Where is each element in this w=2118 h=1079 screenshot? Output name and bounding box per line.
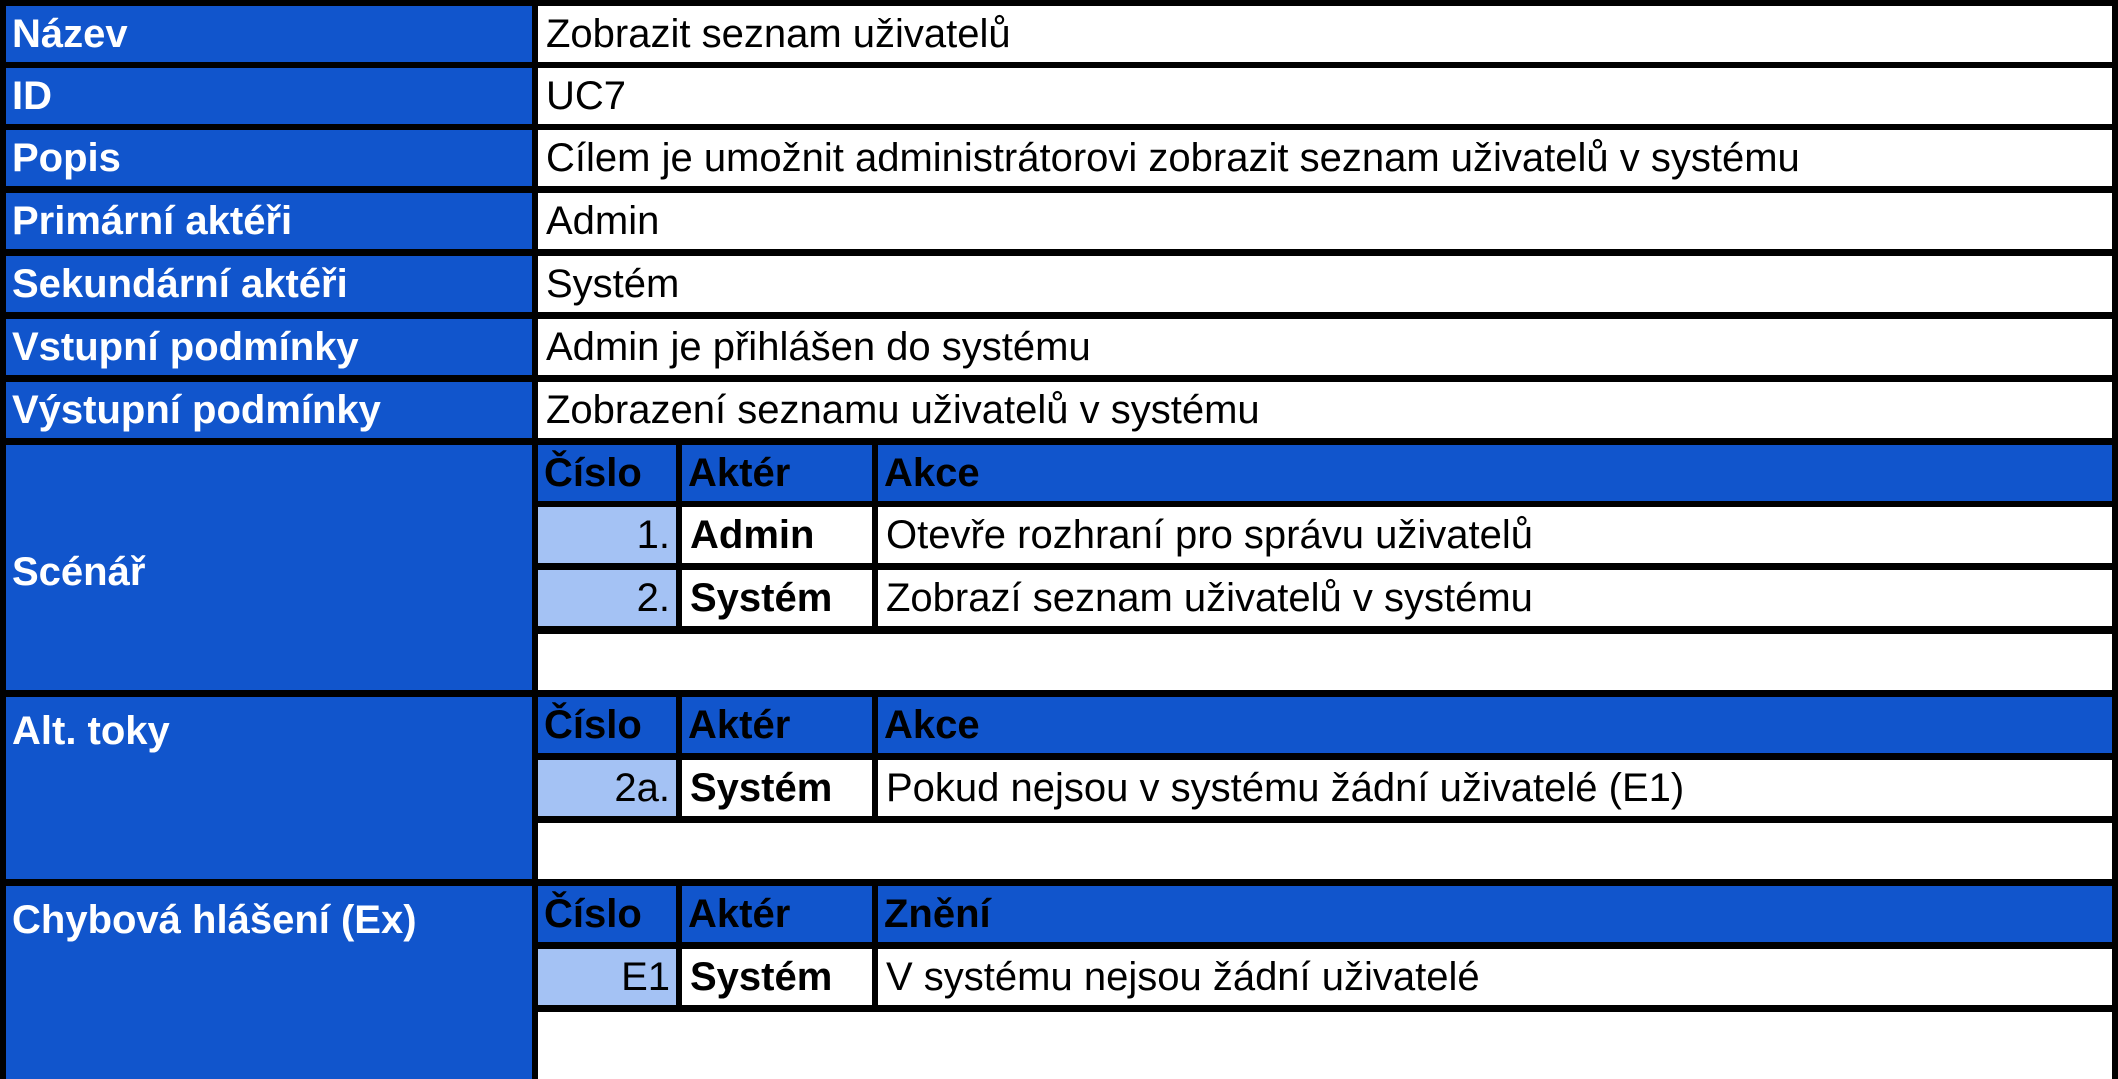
label-id: ID — [6, 68, 532, 124]
value-description: Cílem je umožnit administrátorovi zobraz… — [538, 130, 2112, 186]
errors-header-wording: Znění — [878, 886, 2112, 942]
scenario-step-actor: Admin — [682, 507, 872, 563]
label-description: Popis — [6, 130, 532, 186]
value-preconditions: Admin je přihlášen do systému — [538, 319, 2112, 375]
alt-empty-row — [538, 823, 2112, 879]
value-name: Zobrazit seznam uživatelů — [538, 6, 2112, 62]
scenario-step-number: 1. — [538, 507, 676, 563]
label-name: Název — [6, 6, 532, 62]
errors-empty-row — [538, 1012, 2112, 1079]
alt-step-actor: Systém — [682, 760, 872, 816]
scenario-step-actor: Systém — [682, 570, 872, 626]
scenario-step-number: 2. — [538, 570, 676, 626]
value-primary-actors: Admin — [538, 193, 2112, 249]
scenario-label: Scénář — [12, 550, 146, 594]
scenario-step-action: Otevře rozhraní pro správu uživatelů — [878, 507, 2112, 563]
label-postconditions: Výstupní podmínky — [6, 382, 532, 438]
errors-header-actor: Aktér — [682, 886, 872, 942]
alt-step-number: 2a. — [538, 760, 676, 816]
alt-flows-label: Alt. toky — [12, 709, 170, 753]
scenario-empty-row — [538, 634, 2112, 690]
errors-header-number: Číslo — [538, 886, 676, 942]
alt-header-action: Akce — [878, 697, 2112, 753]
value-secondary-actors: Systém — [538, 256, 2112, 312]
label-secondary-actors: Sekundární aktéři — [6, 256, 532, 312]
scenario-header-action: Akce — [878, 445, 2112, 501]
value-id: UC7 — [538, 68, 2112, 124]
scenario-step-action: Zobrazí seznam uživatelů v systému — [878, 570, 2112, 626]
alt-header-actor: Aktér — [682, 697, 872, 753]
label-primary-actors: Primární aktéři — [6, 193, 532, 249]
errors-step-number: E1 — [538, 949, 676, 1005]
errors-label: Chybová hlášení (Ex) — [12, 898, 417, 942]
alt-header-number: Číslo — [538, 697, 676, 753]
scenario-header-actor: Aktér — [682, 445, 872, 501]
label-preconditions: Vstupní podmínky — [6, 319, 532, 375]
errors-step-actor: Systém — [682, 949, 872, 1005]
value-postconditions: Zobrazení seznamu uživatelů v systému — [538, 382, 2112, 438]
alt-step-action: Pokud nejsou v systému žádní uživatelé (… — [878, 760, 2112, 816]
errors-step-wording: V systému nejsou žádní uživatelé — [878, 949, 2112, 1005]
scenario-header-number: Číslo — [538, 445, 676, 501]
